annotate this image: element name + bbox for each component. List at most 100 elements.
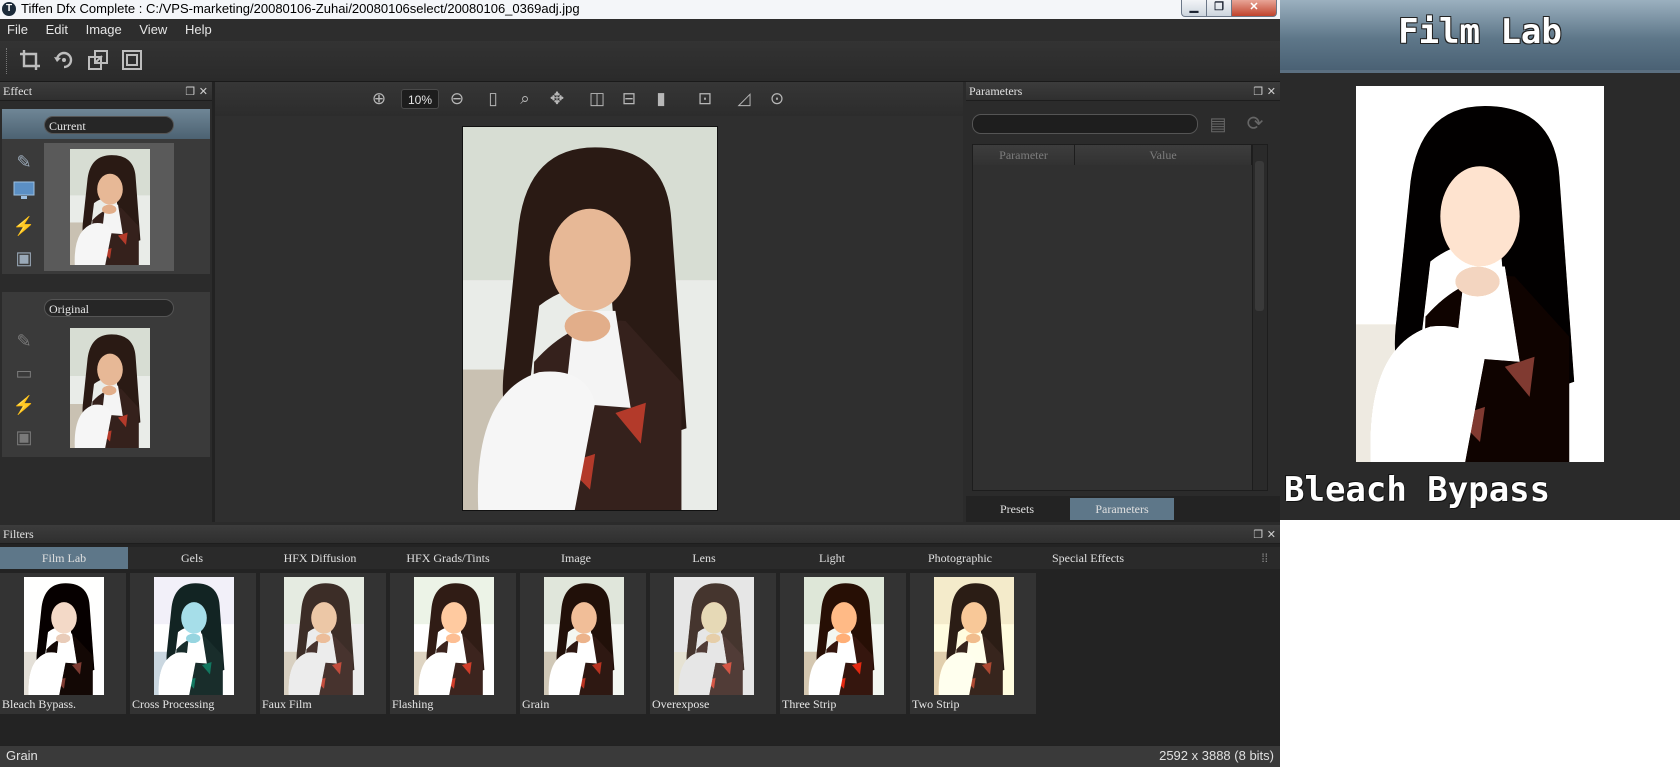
close-icon[interactable]: ✕ (1232, 0, 1277, 17)
filter-bleach-bypass[interactable]: Bleach Bypass. (0, 573, 126, 714)
preview-image (1356, 86, 1604, 462)
crop-icon[interactable] (17, 49, 43, 73)
zoom-level[interactable]: 10% (401, 89, 439, 109)
filter-overexpose[interactable]: Overexpose (650, 573, 776, 714)
current-thumbnail[interactable] (70, 149, 150, 265)
menu-bar: File Edit Image View Help (0, 19, 1280, 41)
filter-label: Flashing (392, 697, 434, 711)
column-header-parameter[interactable]: Parameter (973, 145, 1075, 165)
tab-photographic[interactable]: Photographic (896, 547, 1024, 569)
panel-close-icon[interactable]: ✕ (1267, 528, 1276, 541)
tab-hfx-grads-tints[interactable]: HFX Grads/Tints (384, 547, 512, 569)
filter-two-strip[interactable]: Two Strip (910, 573, 1036, 714)
menu-image[interactable]: Image (79, 19, 129, 41)
split-horizontal-icon[interactable]: ⊟ (617, 88, 641, 110)
main-image[interactable] (463, 127, 717, 510)
lightning-icon[interactable]: ⚡ (11, 213, 37, 239)
filter-label: Grain (522, 697, 550, 711)
parameter-table-scrollbar[interactable] (1252, 145, 1267, 490)
menu-help[interactable]: Help (178, 19, 219, 41)
tab-parameters[interactable]: Parameters (1070, 498, 1174, 520)
status-image-size: 2592 x 3888 (8 bits) (1159, 748, 1274, 763)
column-header-value[interactable]: Value (1075, 145, 1252, 165)
current-label: Current (44, 116, 174, 134)
maximize-icon[interactable]: ❐ (1207, 0, 1232, 17)
filter-faux-film[interactable]: Faux Film (260, 573, 386, 714)
rotate-icon[interactable] (51, 49, 77, 73)
filter-label: Faux Film (262, 697, 312, 711)
lightning-icon[interactable]: ⚡ (11, 392, 37, 418)
effect-panel-header: Effect ❐ ✕ (0, 82, 212, 101)
parameters-panel-header: Parameters ❐ ✕ (966, 82, 1280, 101)
tiffen-logo-icon[interactable]: T (2, 2, 16, 16)
tab-hfx-diffusion[interactable]: HFX Diffusion (256, 547, 384, 569)
filter-cross-processing[interactable]: Cross Processing (130, 573, 256, 714)
current-section: Current ✎ ⚡ ▣ (2, 109, 210, 274)
loupe-icon[interactable]: ⊙ (765, 88, 789, 110)
float-icon[interactable]: ❐ (1253, 85, 1263, 98)
filter-thumbnail (414, 577, 494, 695)
tab-light[interactable]: Light (768, 547, 896, 569)
original-thumbnail[interactable] (70, 328, 150, 448)
refresh-icon[interactable]: ⟳ (1242, 112, 1268, 136)
title-bar: T Tiffen Dfx Complete : C:/VPS-marketing… (0, 0, 1280, 20)
filter-thumbnail (674, 577, 754, 695)
original-section: Original ✎ ▭ ⚡ ▣ (2, 292, 210, 457)
filter-category-tabs: Film Lab Gels HFX Diffusion HFX Grads/Ti… (0, 547, 1280, 569)
menu-edit[interactable]: Edit (39, 19, 75, 41)
tab-lens[interactable]: Lens (640, 547, 768, 569)
edit-image-icon[interactable]: ✎ (11, 149, 37, 175)
pan-icon[interactable]: ✥ (545, 88, 569, 110)
zoom-out-icon[interactable]: ⊖ (445, 88, 469, 110)
full-view-icon[interactable]: ▮ (649, 88, 673, 110)
menu-file[interactable]: File (0, 19, 35, 41)
filter-thumbnail (804, 577, 884, 695)
tab-special-effects[interactable]: Special Effects (1024, 547, 1152, 569)
application-window: T Tiffen Dfx Complete : C:/VPS-marketing… (0, 0, 1280, 767)
filter-thumbnail (934, 577, 1014, 695)
parameter-search-input[interactable] (972, 114, 1198, 134)
tab-gels[interactable]: Gels (128, 547, 256, 569)
panel-close-icon[interactable]: ✕ (199, 85, 208, 98)
window-title: Tiffen Dfx Complete : C:/VPS-marketing/2… (21, 1, 580, 16)
minimize-icon[interactable]: ▁ (1181, 0, 1207, 17)
image-viewer: ⊕ 10% ⊖ ▯ ⌕ ✥ ◫ ⊟ ▮ ⊡ ◿ ⊙ (215, 82, 963, 522)
tab-film-lab[interactable]: Film Lab (0, 547, 128, 569)
main-toolbar (0, 41, 1280, 82)
split-vertical-icon[interactable]: ◫ (585, 88, 609, 110)
filter-thumbnail (284, 577, 364, 695)
toolbar-grip[interactable] (6, 48, 10, 74)
single-view-icon[interactable]: ▯ (481, 88, 505, 110)
magnifier-icon[interactable]: ⌕ (513, 88, 537, 110)
float-icon[interactable]: ❐ (1253, 528, 1263, 541)
panel-close-icon[interactable]: ✕ (1267, 85, 1276, 98)
edit-image-icon[interactable]: ✎ (11, 328, 37, 354)
original-label: Original (44, 299, 174, 317)
viewer-toolbar: ⊕ 10% ⊖ ▯ ⌕ ✥ ◫ ⊟ ▮ ⊡ ◿ ⊙ (215, 82, 963, 116)
filter-grain[interactable]: Grain (520, 573, 646, 714)
tab-image[interactable]: Image (512, 547, 640, 569)
resize-icon[interactable] (85, 49, 111, 73)
fit-screen-icon[interactable]: ⊡ (693, 88, 717, 110)
filter-thumbnail (544, 577, 624, 695)
filters-panel-title: Filters (3, 527, 34, 541)
filter-three-strip[interactable]: Three Strip (780, 573, 906, 714)
parameters-panel-title: Parameters (969, 84, 1023, 98)
fit-icon[interactable] (119, 49, 145, 73)
zoom-in-icon[interactable]: ⊕ (367, 88, 391, 110)
image-frame-icon[interactable]: ▣ (11, 245, 37, 271)
parameters-panel: Parameters ❐ ✕ ▤ ⟳ Parameter Value Prese… (966, 82, 1280, 522)
float-icon[interactable]: ❐ (185, 85, 195, 98)
tab-presets[interactable]: Presets (966, 498, 1068, 520)
filters-panel: Filters ❐ ✕ Film Lab Gels HFX Diffusion … (0, 525, 1280, 745)
histogram-icon[interactable]: ◿ (732, 88, 756, 110)
monitor-icon[interactable] (11, 181, 37, 207)
monitor-icon[interactable]: ▭ (11, 360, 37, 386)
menu-view[interactable]: View (132, 19, 174, 41)
preview-title: Film Lab (1398, 12, 1562, 52)
filter-flashing[interactable]: Flashing (390, 573, 516, 714)
save-preset-icon[interactable]: ▤ (1206, 112, 1230, 136)
image-frame-icon[interactable]: ▣ (11, 424, 37, 450)
preview-caption: Bleach Bypass (1284, 470, 1551, 510)
grid-options-icon[interactable]: ⁞⁞ (1261, 547, 1268, 569)
